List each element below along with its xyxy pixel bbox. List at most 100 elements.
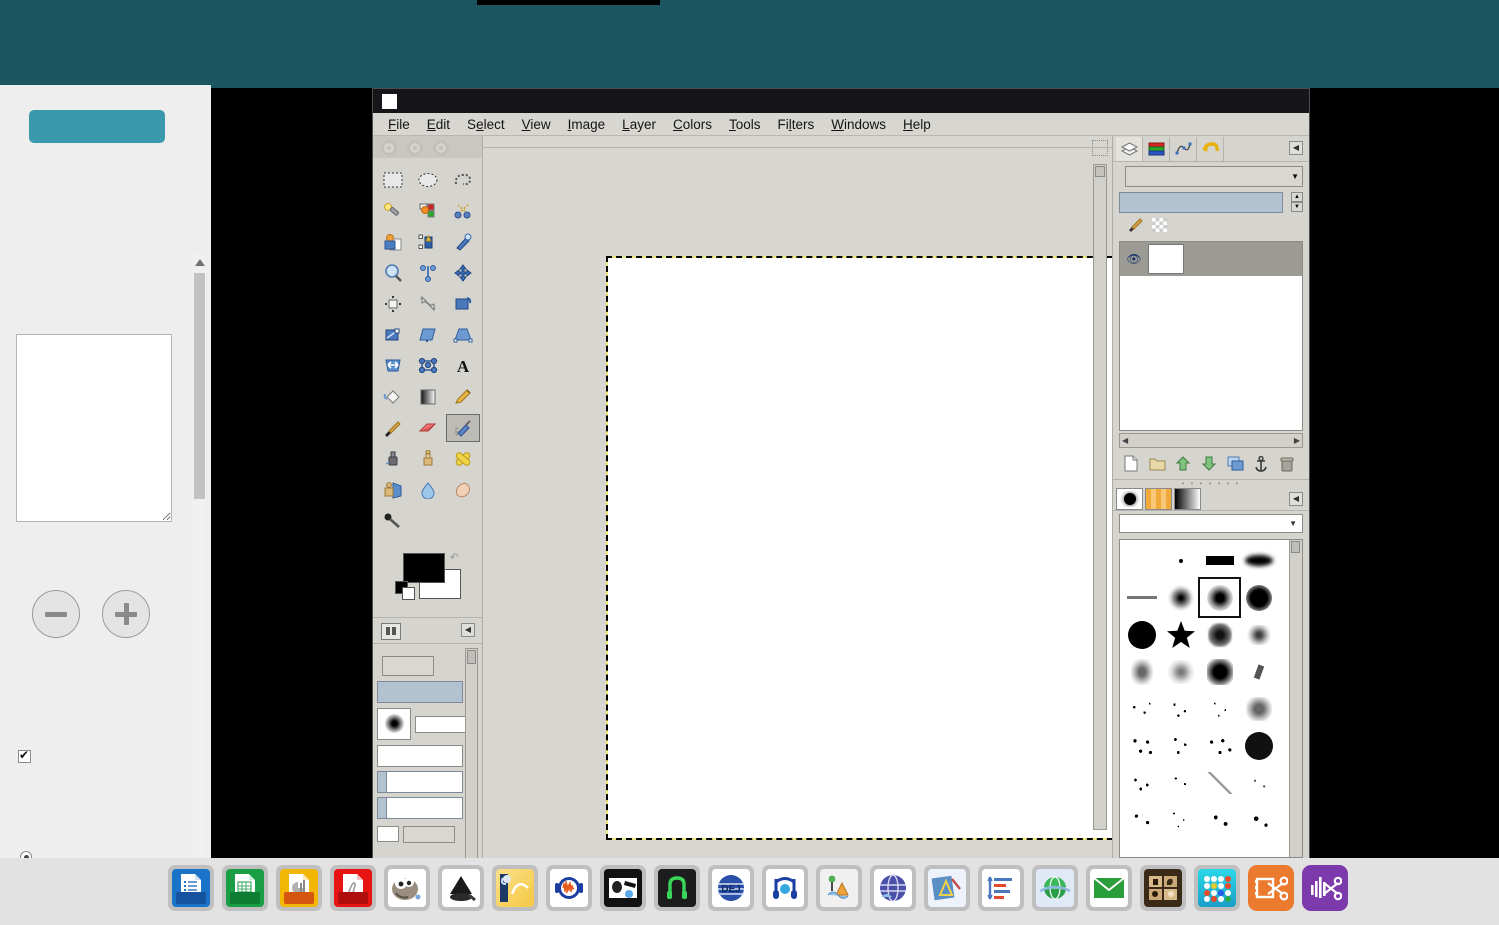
spin-down-icon[interactable]: ▼ [1291, 202, 1303, 212]
cage-transform-tool[interactable] [411, 352, 445, 380]
delete-layer-button[interactable] [1277, 454, 1297, 473]
paths-tool[interactable] [411, 228, 445, 256]
foreground-background-colors[interactable]: ↶ [393, 553, 457, 601]
brush-grid-scrollbar[interactable] [1289, 540, 1302, 857]
shear-tool[interactable] [411, 321, 445, 349]
gimp-titlebar[interactable] [373, 89, 1309, 113]
brush-cell[interactable] [1200, 616, 1239, 653]
menu-edit[interactable]: Edit [420, 115, 457, 134]
planner-app-icon[interactable] [978, 865, 1024, 911]
brush-cell[interactable] [1239, 727, 1278, 764]
brush-cell[interactable] [1239, 542, 1278, 579]
heal-tool[interactable] [446, 445, 480, 473]
librecad-app-icon[interactable] [924, 865, 970, 911]
audacity-app-icon[interactable] [546, 865, 592, 911]
perspective-tool[interactable] [446, 321, 480, 349]
brush-cell[interactable] [1161, 579, 1200, 616]
flip-tool[interactable] [376, 352, 410, 380]
brush-cell[interactable] [1161, 801, 1200, 838]
foreground-select-tool[interactable] [376, 228, 410, 256]
rotate-tool[interactable] [446, 290, 480, 318]
layer-opacity-spinner[interactable]: ▲ ▼ [1291, 192, 1303, 212]
alignment-tool[interactable] [376, 290, 410, 318]
brush-cell[interactable] [1122, 616, 1161, 653]
doc-app-icon[interactable] [168, 865, 214, 911]
brush-cell[interactable] [1122, 764, 1161, 801]
crop-tool[interactable] [411, 290, 445, 318]
layers-dock-menu-button[interactable]: ◀ [1289, 141, 1303, 155]
zoom-out-button[interactable] [32, 590, 80, 638]
horizontal-ruler[interactable] [483, 136, 1112, 148]
brush-cell[interactable] [1122, 690, 1161, 727]
zoom-image-button-icon[interactable] [1092, 140, 1108, 156]
layer-opacity-slider[interactable] [1119, 192, 1283, 213]
brush-cell-selected[interactable] [1200, 579, 1239, 616]
scissors-select-tool[interactable] [446, 197, 480, 225]
size-slider[interactable] [377, 745, 463, 767]
brush-preview[interactable] [377, 708, 411, 740]
lower-layer-button[interactable] [1199, 454, 1219, 473]
brush-cell[interactable] [1200, 764, 1239, 801]
brush-grid-scroll-thumb[interactable] [1291, 541, 1300, 553]
layer-visibility-icon[interactable]: 👁 [1120, 252, 1148, 266]
brush-cell[interactable] [1200, 653, 1239, 690]
autofit-checkbox[interactable] [18, 750, 31, 763]
airbrush-tool[interactable] [446, 414, 480, 442]
scroll-right-arrow-icon[interactable]: ▶ [1294, 436, 1300, 445]
layers-list[interactable]: 👁 [1119, 241, 1303, 431]
foreground-color-swatch[interactable] [403, 553, 445, 583]
games-app-icon[interactable] [1194, 865, 1240, 911]
toolbox-dock-menu-button[interactable]: ◀ [461, 623, 475, 637]
blur-sharpen-tool[interactable] [411, 476, 445, 504]
menu-filters[interactable]: Filters [770, 115, 821, 134]
sidebar-scrollbar[interactable] [192, 253, 206, 858]
scale-tool[interactable] [376, 321, 410, 349]
eraser-tool[interactable] [411, 414, 445, 442]
zoom-tool[interactable] [376, 259, 410, 287]
dynamics-combo[interactable] [403, 826, 455, 843]
new-layer-group-button[interactable] [1147, 454, 1167, 473]
anchor-layer-button[interactable] [1251, 454, 1271, 473]
brush-cell[interactable] [1239, 764, 1278, 801]
brush-filter-field[interactable]: ▼ [1119, 514, 1303, 533]
raise-layer-button[interactable] [1173, 454, 1193, 473]
default-colors-bg-icon[interactable] [402, 587, 415, 600]
scroll-left-arrow-icon[interactable]: ◀ [1122, 436, 1128, 445]
table-row[interactable]: 👁 [1120, 242, 1302, 276]
aspect-slider[interactable] [377, 771, 463, 793]
ellipse-select-tool[interactable] [411, 166, 445, 194]
ink-tool[interactable] [376, 445, 410, 473]
scroll-up-arrow-icon[interactable] [195, 259, 205, 266]
move-tool[interactable] [446, 259, 480, 287]
duplicate-layer-button[interactable] [1225, 454, 1245, 473]
smudge-tool[interactable] [446, 476, 480, 504]
dock-separator-grip[interactable]: • • • • • • • [1113, 479, 1309, 487]
menu-tools[interactable]: Tools [722, 115, 768, 134]
brush-cell[interactable] [1239, 653, 1278, 690]
menu-image[interactable]: Image [561, 115, 613, 134]
blender-app-icon[interactable]: DEJ [708, 865, 754, 911]
new-layer-button[interactable] [1121, 454, 1141, 473]
freecad-app-icon[interactable] [870, 865, 916, 911]
pdf-app-icon[interactable] [330, 865, 376, 911]
dodge-burn-tool[interactable] [376, 507, 410, 535]
angle-slider[interactable] [377, 797, 463, 819]
video-cut-app-icon[interactable] [1248, 865, 1294, 911]
gimp-app-icon[interactable] [384, 865, 430, 911]
spin-up-icon[interactable]: ▲ [1291, 192, 1303, 202]
patterns-tab[interactable] [1145, 488, 1172, 510]
zoom-in-button[interactable] [102, 590, 150, 638]
dia-app-icon[interactable] [816, 865, 862, 911]
brush-cell[interactable] [1239, 801, 1278, 838]
brush-cell[interactable] [1122, 801, 1161, 838]
undo-history-tab[interactable] [1197, 137, 1224, 161]
file-manager-button[interactable] [29, 110, 165, 143]
xls-app-icon[interactable] [222, 865, 268, 911]
brush-grid[interactable] [1119, 539, 1303, 858]
chevron-down-icon[interactable]: ▼ [1289, 519, 1297, 528]
audio-cut-app-icon[interactable] [1302, 865, 1348, 911]
menu-select[interactable]: Select [460, 115, 512, 134]
canvas-viewport[interactable] [483, 148, 1087, 836]
input-none-radio[interactable] [20, 851, 32, 858]
brush-cell[interactable] [1122, 727, 1161, 764]
